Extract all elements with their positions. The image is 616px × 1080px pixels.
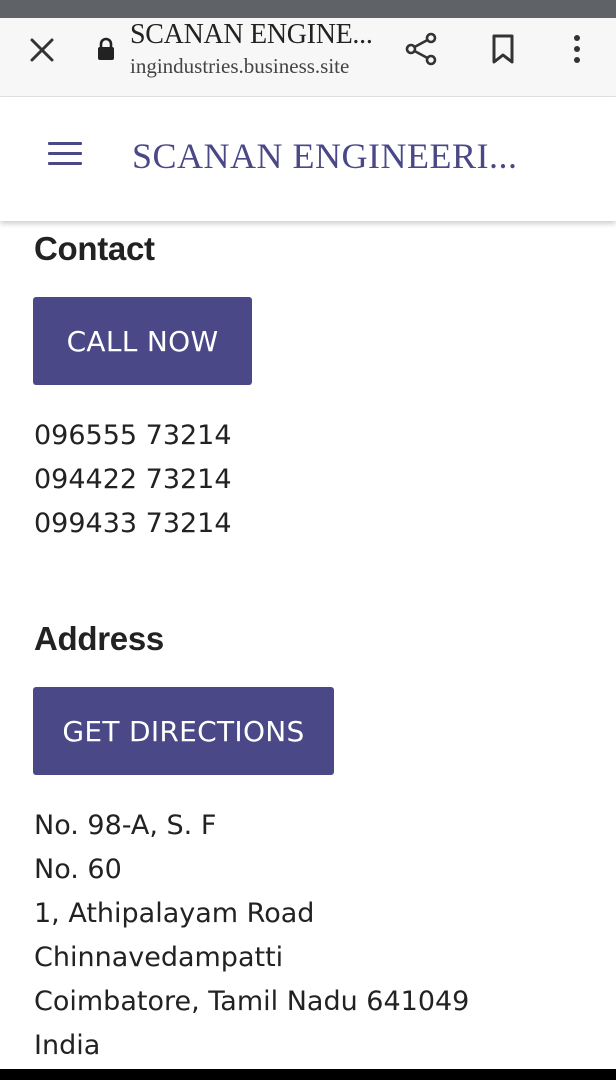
address-line-5: Coimbatore, Tamil Nadu 641049 <box>34 986 470 1017</box>
address-line-3: 1, Athipalayam Road <box>34 898 315 929</box>
phone-number-2[interactable]: 094422 73214 <box>34 464 232 495</box>
address-line-6: India <box>34 1030 101 1061</box>
share-icon[interactable] <box>400 28 442 70</box>
address-line-4: Chinnavedampatti <box>34 942 284 973</box>
close-icon[interactable] <box>22 30 62 70</box>
address-line-1: No. 98-A, S. F <box>34 810 217 841</box>
lock-icon <box>92 35 120 63</box>
get-directions-button[interactable]: GET DIRECTIONS <box>33 687 334 775</box>
phone-number-1[interactable]: 096555 73214 <box>34 420 232 451</box>
browser-url[interactable]: ingindustries.business.site <box>130 54 349 79</box>
browser-page-title: SCANAN ENGINE... <box>130 19 373 50</box>
call-now-button[interactable]: CALL NOW <box>33 297 252 385</box>
system-status-bar <box>0 0 616 18</box>
contact-heading: Contact <box>34 230 155 267</box>
browser-toolbar: SCANAN ENGINE... ingindustries.business.… <box>0 18 616 97</box>
site-title[interactable]: SCANAN ENGINEERI... <box>132 135 517 177</box>
phone-number-3[interactable]: 099433 73214 <box>34 508 232 539</box>
site-header: SCANAN ENGINEERI... <box>0 97 616 221</box>
bottom-edge <box>0 1069 616 1080</box>
more-vert-icon[interactable] <box>556 28 598 70</box>
address-heading: Address <box>34 620 164 657</box>
address-line-2: No. 60 <box>34 854 122 885</box>
bookmark-icon[interactable] <box>482 28 524 70</box>
hamburger-menu-icon[interactable] <box>48 142 82 168</box>
